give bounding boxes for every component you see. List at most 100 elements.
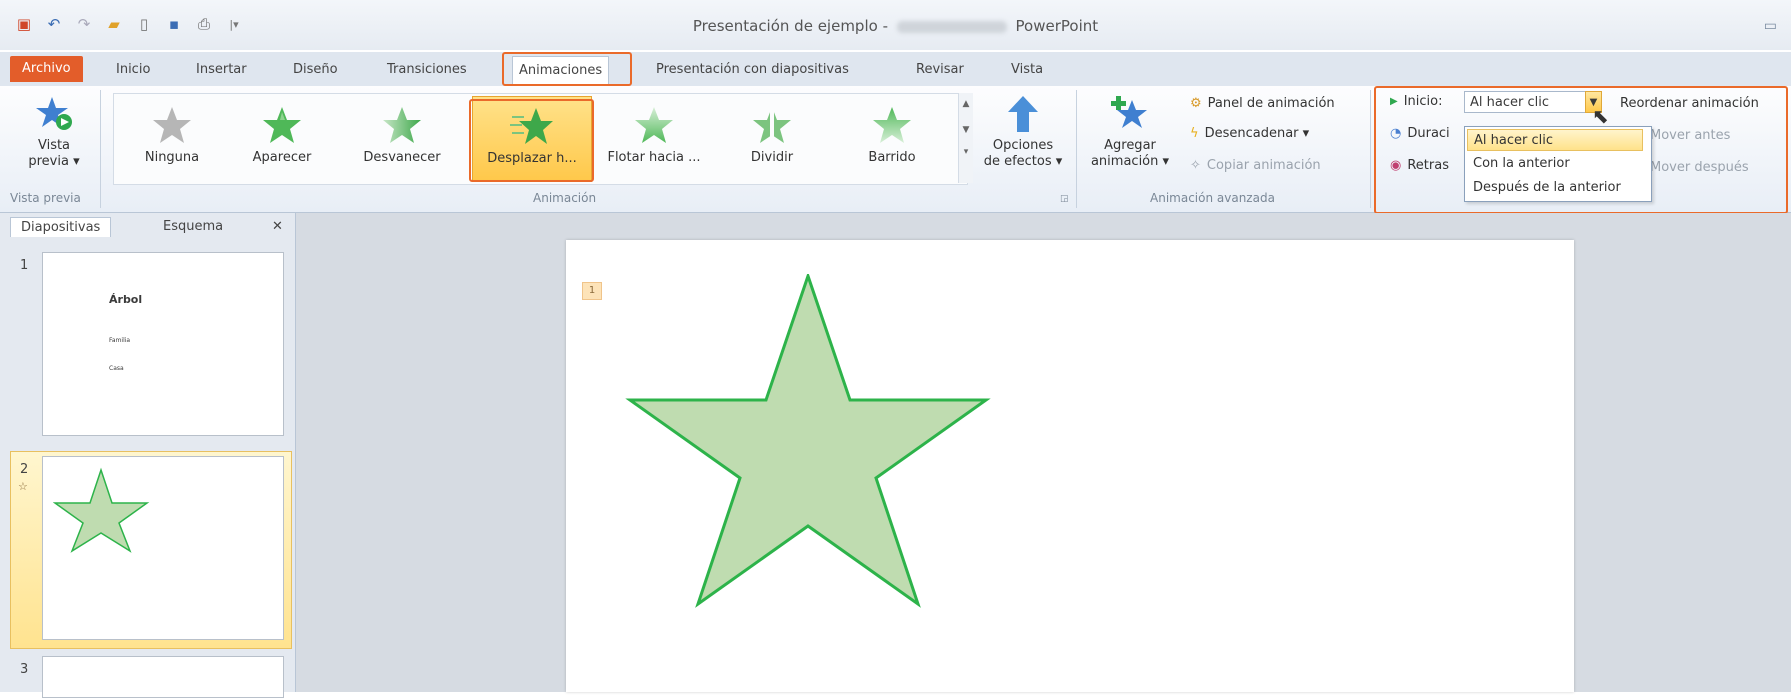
thumb-star-icon (53, 467, 150, 553)
copy-animation-label: Copiar animación (1206, 158, 1321, 173)
animation-wipe[interactable]: Barrido (842, 96, 942, 180)
clock-icon: ◔ (1390, 126, 1402, 141)
animation-label: Ninguna (144, 150, 200, 165)
preview-button[interactable]: Vista previa ▾ (14, 94, 94, 170)
copy-animation-button[interactable]: ✧ Copiar animación (1190, 158, 1321, 173)
ribbon-tabs: Archivo Inicio Insertar Diseño Transicio… (0, 52, 1791, 87)
duration-row: ◔ Duraci (1390, 126, 1450, 141)
add-animation-button[interactable]: Agregar animación ▾ (1088, 94, 1172, 170)
animation-appear[interactable]: Aparecer (232, 96, 332, 180)
slide-animation-icon: ☆ (18, 480, 28, 493)
move-later-label: Mover después (1650, 160, 1749, 175)
tab-outline[interactable]: Esquema (163, 219, 223, 234)
star-split-icon (753, 106, 791, 144)
animation-fade[interactable]: Desvanecer (352, 96, 452, 180)
reorder-label: Reordenar animación (1620, 96, 1759, 111)
slide-number: 3 (20, 662, 29, 677)
tab-file[interactable]: Archivo (10, 56, 83, 82)
duration-label: Duraci (1407, 126, 1450, 141)
title-text: Presentación de ejemplo - (692, 17, 888, 35)
group-label-preview: Vista previa (10, 191, 81, 205)
option-on-click[interactable]: Al hacer clic (1467, 129, 1643, 151)
animation-order-marker[interactable]: 1 (582, 282, 602, 300)
animation-label: Desvanecer (363, 150, 441, 165)
animation-label: Dividir (750, 150, 794, 165)
star-wipe-icon (873, 107, 911, 143)
animation-split[interactable]: Dividir (722, 96, 822, 180)
slide-thumbnail-2[interactable] (42, 456, 284, 640)
animation-fly-in[interactable]: Desplazar h... (472, 96, 592, 182)
play-icon: ▶ (1390, 96, 1398, 107)
app-name: PowerPoint (1015, 17, 1099, 35)
scroll-up-icon[interactable]: ▲ (959, 99, 973, 109)
move-later-button[interactable]: Mover después (1650, 160, 1749, 175)
scroll-down-icon[interactable]: ▼ (959, 125, 973, 135)
animation-label: Desplazar h... (487, 151, 577, 166)
tab-slideshow[interactable]: Presentación con diapositivas (650, 58, 855, 82)
gallery-more-icon[interactable]: ▾ (959, 147, 973, 157)
star-gray-icon (153, 107, 191, 143)
slide-number: 2 (20, 462, 29, 477)
redacted-name (896, 20, 1007, 33)
star-shape[interactable] (610, 274, 1010, 614)
slide-canvas: 1 (566, 240, 1574, 692)
copy-animation-icon: ✧ (1190, 158, 1201, 173)
mouse-cursor-icon: ⬉ (1592, 104, 1609, 128)
preview-label: Vista (37, 138, 71, 153)
dialog-launcher-icon[interactable]: ◲ (1060, 194, 1069, 204)
delay-row: ◉ Retras (1390, 158, 1449, 173)
tab-insert[interactable]: Insertar (190, 58, 253, 82)
tab-review[interactable]: Revisar (910, 58, 970, 82)
preview-star-icon (36, 97, 72, 130)
option-with-previous[interactable]: Con la anterior (1467, 153, 1649, 175)
thumb-title: Árbol (109, 293, 143, 306)
animation-label: Flotar hacia ... (607, 150, 701, 165)
animation-pane-button[interactable]: ⚙ Panel de animación (1190, 96, 1335, 111)
tab-view[interactable]: Vista (1005, 58, 1049, 82)
delay-icon: ◉ (1390, 158, 1402, 173)
separator (100, 90, 101, 208)
add-animation-icon (1111, 96, 1147, 128)
animation-pane-label: Panel de animación (1207, 96, 1335, 111)
animation-label: Barrido (868, 150, 916, 165)
delay-label: Retras (1407, 158, 1449, 173)
animation-float-in[interactable]: Flotar hacia ... (596, 96, 712, 180)
tab-transitions[interactable]: Transiciones (381, 58, 473, 82)
tab-design[interactable]: Diseño (287, 58, 344, 82)
star-appear-icon (263, 107, 301, 143)
animation-label: Aparecer (252, 150, 312, 165)
animation-none[interactable]: Ninguna (122, 96, 222, 180)
trigger-button[interactable]: ϟ Desencadenar ▾ (1190, 126, 1309, 141)
star-fade-icon (383, 107, 421, 143)
slide-thumbnail-1[interactable]: Árbol Familia Casa (42, 252, 284, 436)
animation-pane-icon: ⚙ (1190, 96, 1202, 111)
add-animation-label-2: animación ▾ (1090, 154, 1170, 169)
thumb-line: Casa (109, 365, 124, 372)
gallery-scroll[interactable]: ▲ ▼ ▾ (958, 93, 973, 183)
effect-options-label-2: de efectos ▾ (983, 154, 1063, 169)
add-animation-label: Agregar (1104, 138, 1156, 153)
minimize-ribbon-icon[interactable]: ▭ (1764, 18, 1777, 34)
up-arrow-icon (1008, 96, 1038, 132)
start-select[interactable]: Al hacer clic (1464, 91, 1602, 113)
tab-slides[interactable]: Diapositivas (10, 217, 112, 237)
reorder-text: Reordenar animación (1620, 96, 1759, 111)
group-label-animation: Animación (533, 191, 597, 205)
effect-options-button[interactable]: Opciones de efectos ▾ (980, 94, 1066, 170)
option-after-previous[interactable]: Después de la anterior (1467, 177, 1649, 199)
start-dropdown-menu: Al hacer clic Con la anterior Después de… (1464, 126, 1652, 202)
star-fly-icon (510, 108, 553, 144)
slide-number: 1 (20, 258, 29, 273)
close-panel-icon[interactable]: ✕ (272, 219, 283, 234)
lightning-icon: ϟ (1190, 126, 1199, 141)
title-bar: ▣ ↶ ↷ ▰ ▯ ▪ ⎙ |▾ Presentación de ejemplo… (0, 0, 1791, 50)
tab-animations[interactable]: Animaciones (512, 56, 610, 85)
tab-home[interactable]: Inicio (110, 58, 156, 82)
start-label-row: ▶ Inicio: (1390, 94, 1442, 109)
effect-options-label: Opciones (992, 138, 1054, 153)
trigger-label: Desencadenar ▾ (1204, 126, 1310, 141)
move-earlier-button[interactable]: Mover antes (1650, 128, 1730, 143)
animation-gallery: Ninguna Aparecer Desvanecer Desplazar h.… (113, 93, 968, 185)
thumb-line: Familia (109, 337, 131, 344)
star-float-icon (635, 107, 673, 143)
